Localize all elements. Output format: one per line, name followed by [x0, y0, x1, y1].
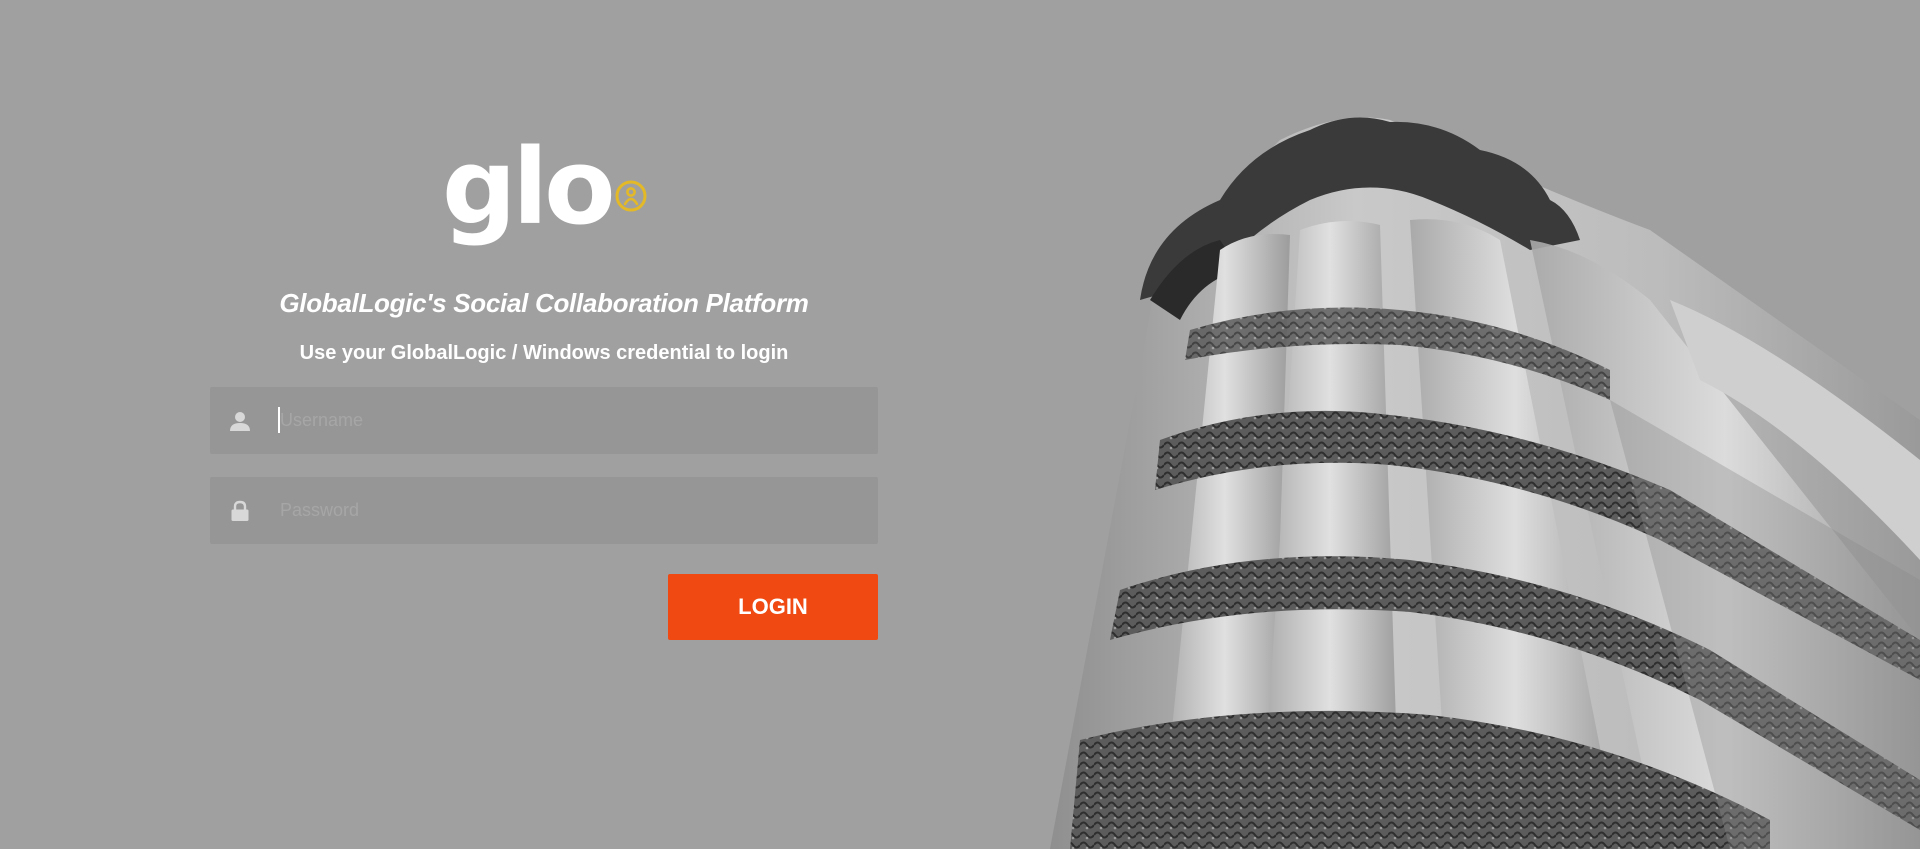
login-button[interactable]: LOGIN: [668, 574, 878, 640]
tower-background-image: [1050, 117, 1920, 849]
login-page: glo GlobalLogic's Social Collaboration P…: [0, 0, 1920, 849]
text-caret: [278, 407, 280, 433]
password-input[interactable]: [270, 480, 878, 541]
glo-logo: glo: [442, 135, 652, 255]
username-input[interactable]: [270, 390, 878, 451]
password-field[interactable]: [210, 477, 878, 544]
logo-text: glo: [442, 126, 616, 248]
lock-icon: [210, 477, 270, 544]
platform-tagline: GlobalLogic's Social Collaboration Platf…: [279, 288, 809, 318]
user-icon: [210, 387, 270, 454]
username-field[interactable]: [210, 387, 878, 454]
login-panel: glo GlobalLogic's Social Collaboration P…: [210, 0, 878, 849]
registered-badge-icon: [615, 180, 647, 212]
login-instructions: Use your GlobalLogic / Windows credentia…: [299, 342, 789, 364]
